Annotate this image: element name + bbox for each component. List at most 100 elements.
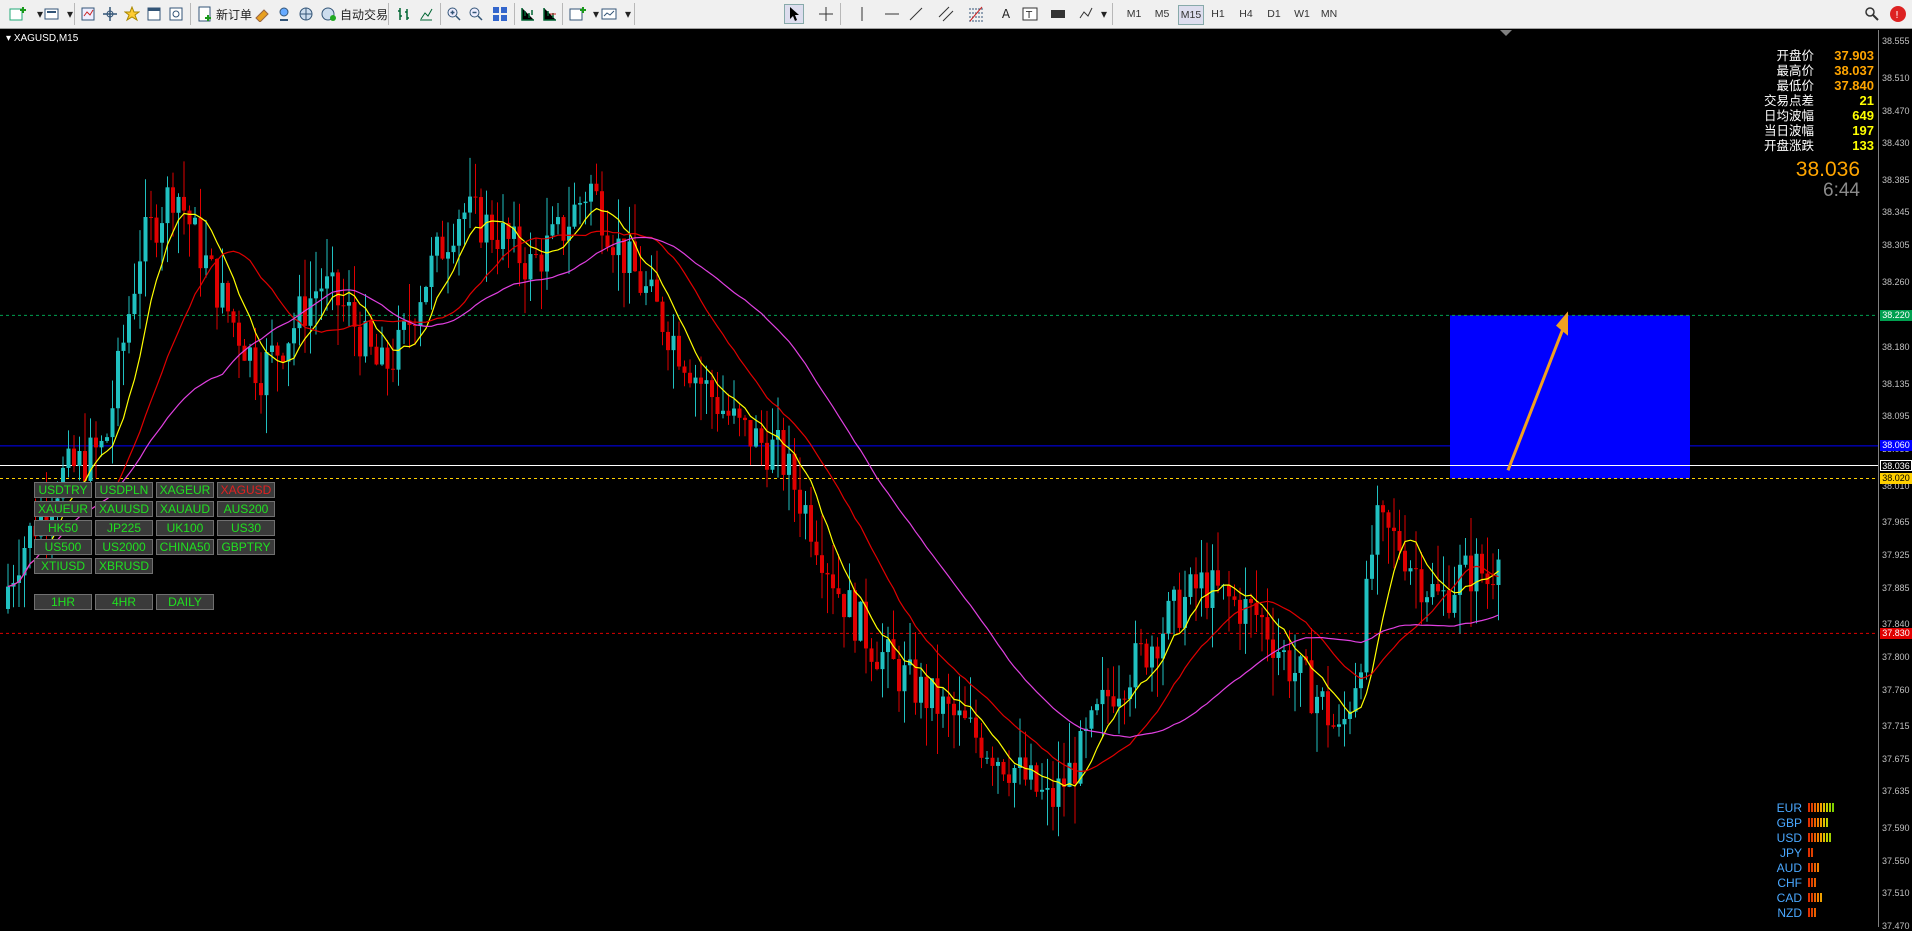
candle-body [952, 703, 956, 716]
candle-body [330, 272, 335, 277]
candle-body [1276, 652, 1281, 658]
candle-body [1012, 767, 1017, 783]
symbol-button-uk100[interactable]: UK100 [156, 520, 214, 536]
candle-body [259, 383, 263, 396]
symbol-button-aus200[interactable]: AUS200 [217, 501, 275, 517]
candle-body [1298, 656, 1303, 673]
candle-body [726, 410, 731, 416]
symbol-button-usdpln[interactable]: USDPLN [95, 482, 153, 498]
timeframe-m1[interactable]: M1 [1124, 5, 1144, 23]
symbol-button-us2000[interactable]: US2000 [95, 539, 153, 555]
metaeditor-icon[interactable] [252, 4, 272, 24]
price-axis-label: 38.180 [1882, 342, 1910, 353]
currency-strength-row: NZD [1772, 905, 1834, 920]
vertical-line-icon[interactable] [852, 4, 872, 24]
candle-body [825, 572, 830, 575]
symbol-button-xauaud[interactable]: XAUAUD [156, 501, 214, 517]
periods-dropdown-icon[interactable]: ▾ [618, 4, 638, 24]
symbol-button-us500[interactable]: US500 [34, 539, 92, 555]
timeframe-button-1hr[interactable]: 1HR [34, 594, 92, 610]
horizontal-line-icon[interactable] [882, 4, 902, 24]
data-window-icon[interactable] [100, 4, 120, 24]
terminal-icon[interactable] [144, 4, 164, 24]
timeframe-d1[interactable]: D1 [1264, 5, 1284, 23]
symbol-button-jp225[interactable]: JP225 [95, 520, 153, 536]
candle-body [215, 259, 219, 308]
currency-strength-row: EUR [1772, 800, 1834, 815]
new-order-button[interactable]: 新订单 [194, 4, 255, 24]
strategy-tester-icon[interactable] [166, 4, 186, 24]
candle-body [1117, 698, 1121, 707]
equidistant-channel-icon[interactable] [936, 4, 956, 24]
candle-body [198, 217, 203, 269]
svg-text:!: ! [1895, 10, 1899, 21]
symbol-button-usdtry[interactable]: USDTRY [34, 482, 92, 498]
timeframe-button-daily[interactable]: DAILY [156, 594, 214, 610]
candle-body [341, 305, 346, 307]
symbol-button-us30[interactable]: US30 [217, 520, 275, 536]
text-label-icon[interactable]: T [1020, 4, 1040, 24]
timeframe-h4[interactable]: H4 [1236, 5, 1256, 23]
candle-body [1100, 689, 1105, 705]
timeframe-button-4hr[interactable]: 4HR [95, 594, 153, 610]
timeframe-mn[interactable]: MN [1318, 5, 1340, 23]
timeframe-m15[interactable]: M15 [1178, 5, 1204, 25]
symbol-button-xbrusd[interactable]: XBRUSD [95, 558, 153, 574]
market-icon[interactable] [296, 4, 316, 24]
profiles-icon[interactable] [42, 4, 62, 24]
candle-body [996, 761, 1000, 766]
timeframe-w1[interactable]: W1 [1292, 5, 1312, 23]
symbol-button-china50[interactable]: CHINA50 [156, 539, 214, 555]
chart-shift-icon[interactable] [518, 4, 538, 24]
search-icon[interactable] [1862, 4, 1882, 24]
strength-bar [1829, 803, 1831, 812]
candle-body [1474, 553, 1479, 592]
shapes-icon[interactable] [1076, 4, 1096, 24]
trendline-icon[interactable] [906, 4, 926, 24]
candle-body [649, 279, 654, 287]
periods-icon[interactable] [600, 4, 620, 24]
market-watch-icon[interactable] [78, 4, 98, 24]
candle-body [1051, 788, 1055, 807]
candlestick-chart-icon[interactable] [416, 4, 436, 24]
text-tool-icon[interactable]: A [996, 4, 1016, 24]
symbol-button-xageur[interactable]: XAGEUR [156, 482, 214, 498]
price-axis-label: 38.260 [1882, 276, 1910, 287]
symbol-button-hk50[interactable]: HK50 [34, 520, 92, 536]
symbol-button-xagusd[interactable]: XAGUSD [217, 482, 275, 498]
bar-chart-icon[interactable] [394, 4, 414, 24]
tile-windows-icon[interactable] [490, 4, 510, 24]
candle-body [1342, 718, 1347, 725]
zoom-in-icon[interactable] [444, 4, 464, 24]
fibonacci-icon[interactable] [966, 4, 986, 24]
navigator-icon[interactable] [122, 4, 142, 24]
candle-body [1155, 646, 1160, 659]
candle-body [1034, 765, 1039, 792]
profiles-dropdown-icon[interactable]: ▾ [60, 4, 80, 24]
strength-bar [1820, 818, 1822, 827]
strength-bar [1823, 803, 1825, 812]
price-axis-label: 38.470 [1882, 105, 1910, 116]
candle-body [688, 372, 692, 384]
auto-trading-button[interactable]: 自动交易 [318, 4, 391, 24]
symbol-button-xaueur[interactable]: XAUEUR [34, 501, 92, 517]
auto-scroll-icon[interactable] [540, 4, 560, 24]
price-chart[interactable] [0, 30, 1912, 927]
crosshair-icon[interactable] [816, 4, 836, 24]
candle-body [220, 282, 225, 308]
arrows-icon[interactable] [1048, 4, 1068, 24]
alerts-icon[interactable]: ! [1888, 4, 1908, 24]
signals-icon[interactable] [274, 4, 294, 24]
symbol-button-gbptry[interactable]: GBPTRY [217, 539, 275, 555]
symbol-button-xtiusd[interactable]: XTIUSD [34, 558, 92, 574]
indicators-icon[interactable] [568, 4, 588, 24]
shapes-dropdown-icon[interactable]: ▾ [1094, 4, 1114, 24]
symbol-button-xauusd[interactable]: XAUUSD [95, 501, 153, 517]
new-chart-icon[interactable] [8, 4, 28, 24]
zoom-out-icon[interactable] [466, 4, 486, 24]
cursor-icon[interactable] [784, 4, 804, 24]
candle-body [391, 368, 395, 370]
timeframe-m5[interactable]: M5 [1152, 5, 1172, 23]
candle-body [1122, 698, 1127, 700]
timeframe-h1[interactable]: H1 [1208, 5, 1228, 23]
